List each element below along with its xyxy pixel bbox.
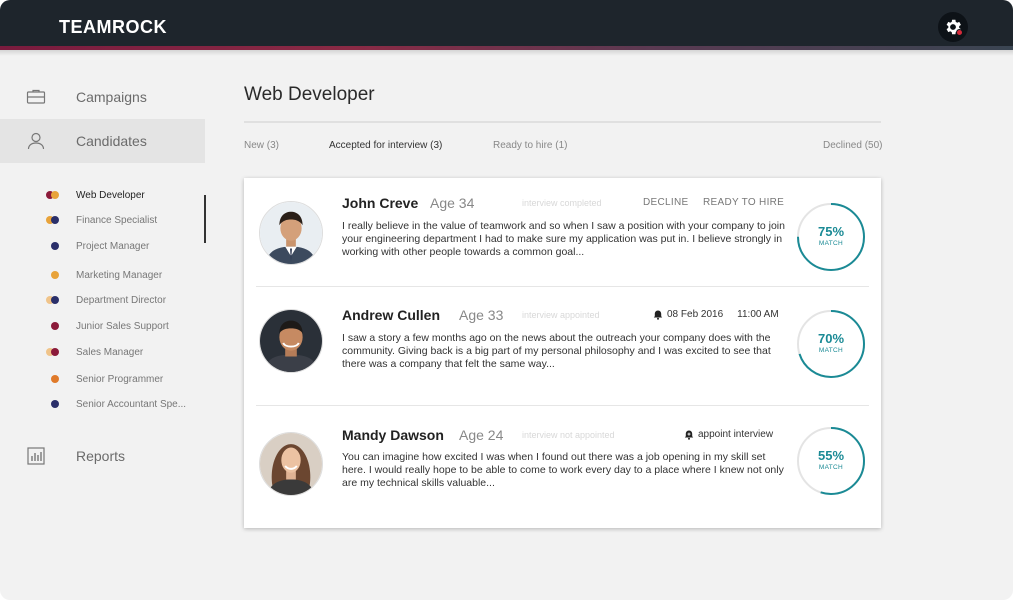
bell-plus-icon: [684, 430, 694, 440]
bell-icon: [653, 310, 663, 320]
candidate-summary: I saw a story a few months ago on the ne…: [342, 332, 771, 370]
candidate-age: Age 24: [459, 427, 504, 443]
tab-declined[interactable]: Declined (50): [823, 140, 882, 151]
candidate-row[interactable]: Mandy Dawson Age 24 interview not appoin…: [244, 406, 881, 524]
position-color-dots: [46, 215, 62, 225]
position-item[interactable]: Finance Specialist: [0, 210, 205, 230]
position-color-dots: [46, 321, 62, 331]
avatar: [259, 309, 323, 373]
sidebar-item-candidates[interactable]: Candidates: [0, 119, 205, 163]
ready-to-hire-button[interactable]: READY TO HIRE: [703, 197, 784, 208]
candidate-list: John Creve Age 34 interview completed DE…: [244, 178, 881, 528]
position-item[interactable]: Department Director: [0, 290, 205, 310]
avatar: [259, 201, 323, 265]
interview-time: 11:00 AM: [737, 309, 779, 320]
position-label: Finance Specialist: [76, 214, 158, 226]
interview-status: interview not appointed: [522, 430, 615, 440]
tab-ready-to-hire[interactable]: Ready to hire (1): [493, 140, 567, 151]
sidebar-item-label: Reports: [76, 448, 126, 464]
match-percentage: 55%: [817, 448, 845, 463]
position-item[interactable]: Junior Sales Support: [0, 316, 205, 336]
position-color-dots: [46, 347, 62, 357]
match-score: 70% MATCH: [796, 309, 866, 379]
match-percentage: 75%: [817, 224, 845, 239]
position-label: Senior Programmer: [76, 373, 164, 385]
decline-button[interactable]: DECLINE: [643, 197, 688, 208]
position-item[interactable]: Sales Manager: [0, 342, 205, 362]
candidate-row[interactable]: John Creve Age 34 interview completed DE…: [244, 178, 881, 296]
position-label: Marketing Manager: [76, 269, 163, 281]
candidate-summary: I really believe in the value of teamwor…: [342, 220, 785, 258]
position-color-dots: [46, 295, 62, 305]
logo: TEAMROCK: [59, 17, 167, 37]
position-item[interactable]: Senior Accountant Spe...: [0, 394, 205, 414]
position-color-dots: [46, 270, 62, 280]
top-bar: TEAMROCK: [0, 0, 1013, 46]
position-item[interactable]: Project Manager: [0, 236, 205, 256]
avatar: [259, 432, 323, 496]
interview-datetime: 08 Feb 2016 11:00 AM: [653, 309, 779, 320]
match-score: 55% MATCH: [796, 426, 866, 496]
match-label: MATCH: [818, 464, 844, 471]
app-window: TEAMROCK Campaigns Candidates Web Develo…: [0, 0, 1013, 600]
candidate-name[interactable]: Mandy Dawson: [342, 427, 444, 443]
list-scroll-indicator[interactable]: [204, 195, 206, 243]
tab-accepted-for-interview[interactable]: Accepted for interview (3): [329, 140, 442, 151]
sidebar-item-label: Candidates: [76, 133, 147, 149]
position-color-dots: [46, 190, 62, 200]
position-color-dots: [46, 399, 62, 409]
notification-dot: [956, 29, 963, 36]
position-color-dots: [46, 241, 62, 251]
position-label: Senior Accountant Spe...: [76, 398, 187, 410]
position-item[interactable]: Senior Programmer: [0, 369, 205, 389]
title-divider: [244, 121, 881, 123]
candidate-age: Age 34: [430, 195, 475, 211]
tab-new[interactable]: New (3): [244, 140, 279, 151]
position-label: Sales Manager: [76, 346, 144, 358]
position-label: Department Director: [76, 294, 167, 306]
settings-button[interactable]: [938, 12, 968, 42]
interview-status: interview appointed: [522, 310, 600, 320]
position-item[interactable]: Marketing Manager: [0, 265, 205, 285]
candidate-name[interactable]: John Creve: [342, 195, 418, 211]
interview-status: interview completed: [522, 198, 602, 208]
match-label: MATCH: [818, 240, 844, 247]
candidate-age: Age 33: [459, 307, 504, 323]
bar-chart-icon: [27, 447, 45, 465]
match-percentage: 70%: [817, 331, 845, 346]
interview-date: 08 Feb 2016: [667, 309, 724, 320]
sidebar-item-reports[interactable]: Reports: [0, 434, 205, 478]
page-title: Web Developer: [244, 84, 375, 105]
position-label: Web Developer: [76, 189, 145, 201]
candidate-row[interactable]: Andrew Cullen Age 33 interview appointed…: [244, 287, 881, 405]
appoint-interview-label: appoint interview: [698, 429, 774, 440]
appoint-interview-button[interactable]: appoint interview: [684, 429, 773, 440]
sidebar-item-label: Campaigns: [76, 89, 147, 105]
position-label: Project Manager: [76, 240, 150, 252]
position-label: Junior Sales Support: [76, 320, 169, 332]
candidate-name[interactable]: Andrew Cullen: [342, 307, 440, 323]
match-score: 75% MATCH: [796, 202, 866, 272]
candidate-summary: You can imagine how excited I was when I…: [342, 451, 784, 489]
user-icon: [27, 132, 45, 150]
sidebar-item-campaigns[interactable]: Campaigns: [0, 75, 205, 119]
position-color-dots: [46, 374, 62, 384]
position-item[interactable]: Web Developer: [0, 185, 205, 205]
match-label: MATCH: [818, 347, 844, 354]
briefcase-icon: [26, 89, 46, 104]
